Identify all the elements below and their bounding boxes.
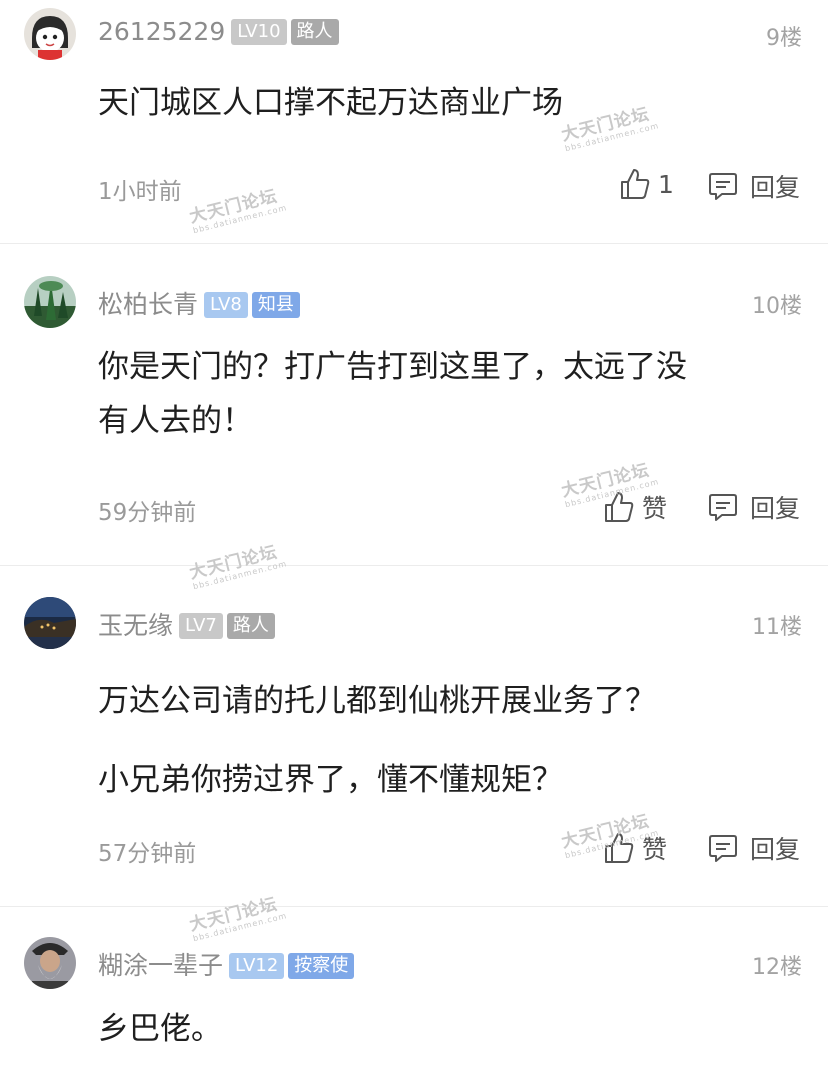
post-time: 59分钟前 xyxy=(98,500,197,526)
username[interactable]: 糊涂一辈子 xyxy=(98,951,223,980)
title-badge: 路人 xyxy=(226,613,275,639)
content-line: 乡巴佬。 xyxy=(98,1011,222,1047)
night-coast-photo-icon xyxy=(24,597,76,649)
watermark-logo: 大天门论坛 bbs.datianmen.com xyxy=(187,542,289,592)
content-line: 万达公司请的托儿都到仙桃开展业务了？ xyxy=(98,683,656,719)
reply-button[interactable]: 回复 xyxy=(708,489,800,525)
title-badge: 知县 xyxy=(251,292,300,318)
divider xyxy=(0,906,828,907)
reply-button[interactable]: 回复 xyxy=(708,830,800,866)
avatar[interactable] xyxy=(24,8,76,60)
reply-label: 回复 xyxy=(750,835,801,864)
reply-label: 回复 xyxy=(750,494,801,523)
username[interactable]: 玉无缘 xyxy=(98,611,173,640)
like-button[interactable]: 1 xyxy=(620,168,674,200)
reply-label: 回复 xyxy=(750,173,801,202)
post-content: 天门城区人口撑不起万达商业广场 xyxy=(98,76,788,130)
avatar[interactable] xyxy=(24,276,76,328)
floor-number: 12楼 xyxy=(752,955,802,980)
watermark-logo: 大天门论坛 bbs.datianmen.com xyxy=(187,894,289,944)
post-content: 你是天门的？打广告打到这里了，太远了没 有人去的！ xyxy=(98,340,788,448)
landscape-photo-icon xyxy=(24,276,76,328)
username[interactable]: 26125229 xyxy=(98,17,225,46)
title-badge: 按察使 xyxy=(288,953,355,979)
username-row: 糊涂一辈子 LV12 按察使 xyxy=(98,946,355,982)
title-badge: 路人 xyxy=(290,19,339,45)
old-man-photo-icon xyxy=(24,937,76,989)
divider xyxy=(0,565,828,566)
comment-icon xyxy=(709,173,737,200)
avatar[interactable] xyxy=(24,937,76,989)
level-badge: LV10 xyxy=(231,19,287,45)
floor-number: 11楼 xyxy=(752,615,802,640)
cartoon-face-icon xyxy=(24,8,76,60)
level-badge: LV8 xyxy=(204,292,248,318)
like-label: 赞 xyxy=(642,494,668,523)
post-content: 乡巴佬。 xyxy=(98,1002,788,1056)
username-row: 松柏长青 LV8 知县 xyxy=(98,285,300,321)
content-line: 有人去的！ xyxy=(98,403,253,439)
divider xyxy=(0,243,828,244)
content-line: 天门城区人口撑不起万达商业广场 xyxy=(98,85,563,121)
post-time: 1小时前 xyxy=(98,179,182,205)
username-row: 26125229 LV10 路人 xyxy=(98,17,339,46)
comment-icon xyxy=(709,494,737,521)
post-content: 万达公司请的托儿都到仙桃开展业务了？ 小兄弟你捞过界了，懂不懂规矩？ xyxy=(98,662,788,820)
content-line: 你是天门的？打广告打到这里了，太远了没 xyxy=(98,349,687,385)
comment-icon xyxy=(709,835,737,862)
level-badge: LV7 xyxy=(179,613,223,639)
thumbs-up-icon xyxy=(621,169,650,199)
like-count: 1 xyxy=(658,169,674,199)
username[interactable]: 松柏长青 xyxy=(98,290,198,319)
avatar[interactable] xyxy=(24,597,76,649)
watermark-logo: 大天门论坛 bbs.datianmen.com xyxy=(187,186,289,236)
floor-number: 9楼 xyxy=(766,26,802,51)
post-time: 57分钟前 xyxy=(98,841,197,867)
username-row: 玉无缘 LV7 路人 xyxy=(98,606,275,642)
level-badge: LV12 xyxy=(229,953,285,979)
floor-number: 10楼 xyxy=(752,294,802,319)
reply-button[interactable]: 回复 xyxy=(708,168,800,204)
content-line: 小兄弟你捞过界了，懂不懂规矩？ xyxy=(98,762,563,798)
